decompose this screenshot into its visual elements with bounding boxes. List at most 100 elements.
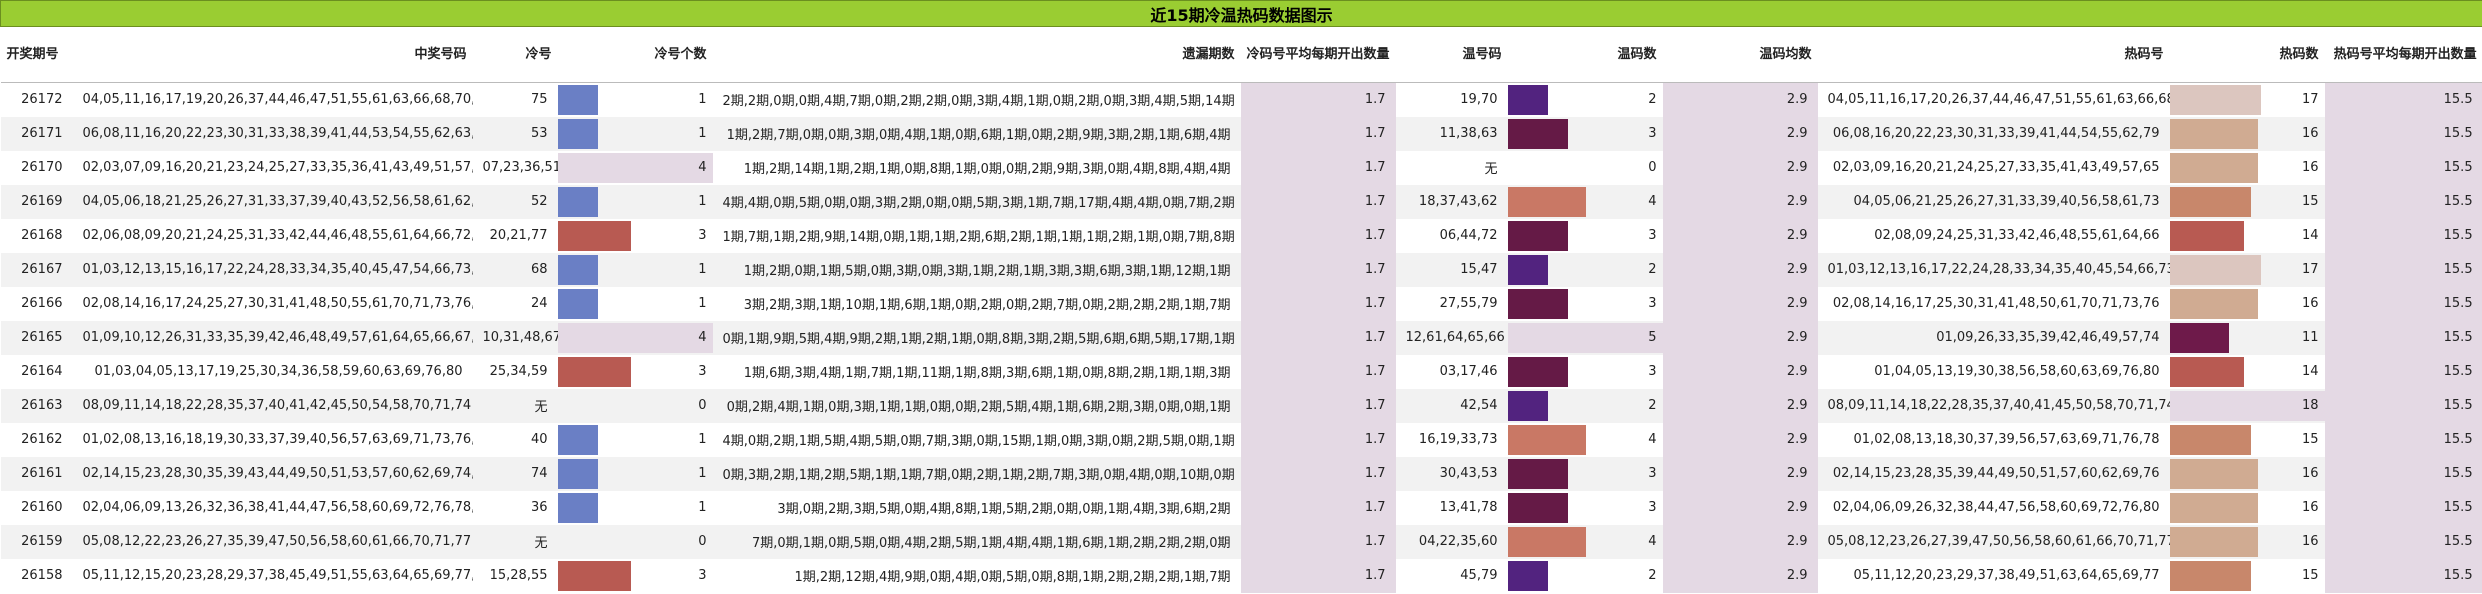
cell-hot-count: 16 [2169, 286, 2325, 321]
cell-numbers: 01,03,12,13,15,16,17,22,24,28,33,34,35,4… [72, 252, 473, 287]
cell-hot-avg: 15.5 [2324, 286, 2482, 321]
count-bar [1507, 492, 1568, 523]
cell-cold: 74 [472, 456, 558, 491]
cell-warm: 03,17,46 [1395, 354, 1508, 389]
count-value: 4 [1648, 534, 1657, 549]
cell-period: 26161 [0, 456, 73, 491]
cell-warm-count: 3 [1507, 218, 1663, 253]
cell-warm-avg: 2.9 [1662, 558, 1818, 593]
count-value: 1 [698, 262, 707, 277]
cell-hot-count: 15 [2169, 422, 2325, 457]
cell-cold-count: 3 [557, 218, 713, 253]
count-bar [2169, 186, 2251, 217]
count-bar [1507, 186, 1586, 217]
cell-warm-count: 2 [1507, 558, 1663, 593]
cell-cold-count: 0 [557, 524, 713, 559]
count-value: 1 [698, 194, 707, 209]
cell-cold-avg: 1.7 [1240, 82, 1396, 117]
count-bar [2169, 526, 2258, 557]
cell-warm-avg: 2.9 [1662, 354, 1818, 389]
count-bar [557, 424, 598, 455]
count-bar [2169, 118, 2258, 149]
count-bar [1507, 220, 1568, 251]
count-value: 1 [698, 92, 707, 108]
count-bar [1507, 458, 1568, 489]
cell-warm-avg: 2.9 [1662, 456, 1818, 491]
cell-cold-avg: 1.7 [1240, 354, 1396, 389]
cell-period: 26172 [0, 82, 73, 117]
cell-cold-avg: 1.7 [1240, 116, 1396, 151]
count-bar [2169, 560, 2251, 591]
cell-numbers: 02,06,08,09,20,21,24,25,31,33,42,44,46,4… [72, 218, 473, 253]
cell-hot-avg: 15.5 [2324, 252, 2482, 287]
table-row: 26166 02,08,14,16,17,24,25,27,30,31,41,48… [0, 286, 2482, 321]
cell-hot-count: 16 [2169, 150, 2325, 185]
table-row: 26165 01,09,10,12,26,31,33,35,39,42,46,48… [0, 320, 2482, 355]
cell-warm-avg: 2.9 [1662, 150, 1818, 185]
cell-hot: 02,08,09,24,25,31,33,42,46,48,55,61,64,6… [1817, 218, 2170, 253]
cell-hot: 02,08,14,16,17,25,30,31,41,48,50,61,70,7… [1817, 286, 2170, 321]
header-hot: 热码号 [1817, 26, 2170, 83]
count-value: 17 [2301, 262, 2319, 277]
count-value: 1 [698, 296, 707, 311]
cell-cold-avg: 1.7 [1240, 252, 1396, 287]
cell-warm: 11,38,63 [1395, 116, 1508, 151]
cell-numbers: 04,05,11,16,17,19,20,26,37,44,46,47,51,5… [72, 82, 473, 117]
cell-warm-avg: 2.9 [1662, 320, 1818, 355]
cell-cold-avg: 1.7 [1240, 490, 1396, 525]
cell-cold-count: 3 [557, 558, 713, 593]
table-row: 26169 04,05,06,18,21,25,26,27,31,33,37,39… [0, 184, 2482, 219]
cell-hot-avg: 15.5 [2324, 320, 2482, 355]
cell-missed: 3期,2期,3期,1期,10期,1期,6期,1期,0期,2期,0期,2期,7期,… [712, 286, 1241, 321]
cell-warm-count: 4 [1507, 184, 1663, 219]
count-bar [557, 254, 598, 285]
cell-hot: 06,08,16,20,22,23,30,31,33,39,41,44,54,5… [1817, 116, 2170, 151]
cell-warm: 15,47 [1395, 252, 1508, 287]
cell-cold: 75 [472, 82, 558, 117]
cell-cold-count: 3 [557, 354, 713, 389]
cell-warm: 16,19,33,73 [1395, 422, 1508, 457]
count-bar [557, 186, 598, 217]
cell-warm-avg: 2.9 [1662, 524, 1818, 559]
cell-hot: 02,03,09,16,20,21,24,25,27,33,35,41,43,4… [1817, 150, 2170, 185]
table-row: 26170 02,03,07,09,16,20,21,23,24,25,27,33… [0, 150, 2482, 185]
cell-warm-count: 3 [1507, 456, 1663, 491]
count-value: 1 [698, 126, 707, 141]
count-value: 4 [1648, 432, 1657, 447]
header-cold-avg: 冷码号平均每期开出数量 [1240, 26, 1396, 83]
header-numbers: 中奖号码 [72, 26, 473, 83]
count-value: 16 [2301, 160, 2319, 175]
cell-hot-avg: 15.5 [2324, 116, 2482, 151]
cell-cold-count: 1 [557, 82, 713, 117]
count-value: 1 [698, 432, 707, 447]
cell-period: 26167 [0, 252, 73, 287]
count-bar [557, 356, 631, 387]
count-bar [557, 458, 598, 489]
cell-warm-avg: 2.9 [1662, 422, 1818, 457]
count-value: 1 [698, 500, 707, 515]
count-bar [2169, 85, 2261, 115]
count-bar [557, 492, 598, 523]
cell-missed: 0期,3期,2期,1期,2期,5期,1期,1期,7期,0期,2期,1期,2期,7… [712, 456, 1241, 491]
count-value: 3 [1648, 364, 1657, 379]
count-value: 16 [2301, 466, 2319, 481]
count-bar [2169, 254, 2261, 285]
count-bar [1507, 356, 1568, 387]
count-value: 14 [2301, 228, 2319, 243]
count-value: 15 [2301, 432, 2319, 447]
count-value: 11 [2301, 330, 2319, 345]
cell-warm-avg: 2.9 [1662, 116, 1818, 151]
cell-numbers: 02,14,15,23,28,30,35,39,43,44,49,50,51,5… [72, 456, 473, 491]
count-bar [1507, 118, 1568, 149]
cell-period: 26166 [0, 286, 73, 321]
cell-numbers: 04,05,06,18,21,25,26,27,31,33,37,39,40,4… [72, 184, 473, 219]
cell-missed: 4期,4期,0期,5期,0期,0期,3期,2期,0期,0期,5期,3期,1期,7… [712, 184, 1241, 219]
cell-hot-avg: 15.5 [2324, 82, 2482, 117]
cell-cold: 15,28,55 [472, 558, 558, 593]
count-bar [1507, 424, 1586, 455]
cell-cold-count: 4 [557, 320, 713, 355]
cell-cold-avg: 1.7 [1240, 150, 1396, 185]
cell-numbers: 02,08,14,16,17,24,25,27,30,31,41,48,50,5… [72, 286, 473, 321]
count-value: 0 [1648, 160, 1657, 175]
cell-cold-avg: 1.7 [1240, 184, 1396, 219]
